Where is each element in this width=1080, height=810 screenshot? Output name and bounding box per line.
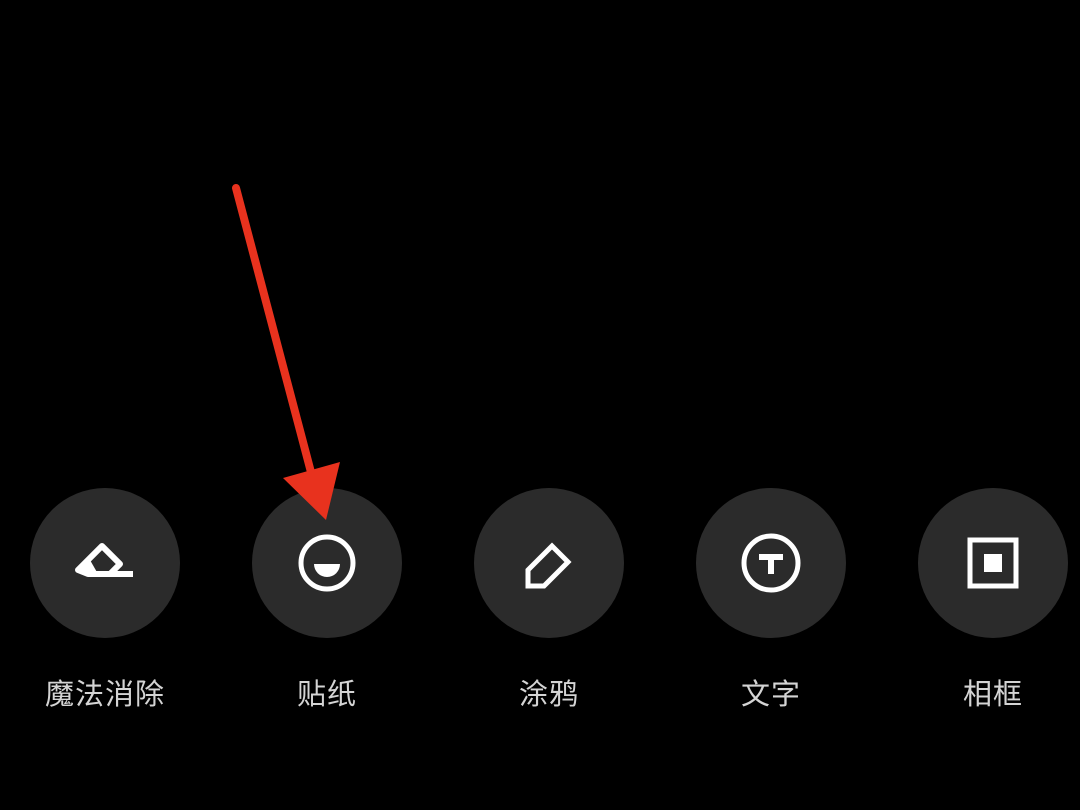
eraser-icon (75, 543, 133, 577)
frame-button[interactable]: 相框 (918, 488, 1068, 728)
red-arrow-icon (232, 184, 340, 520)
magic-erase-label: 魔法消除 (44, 677, 165, 711)
frame-label: 相框 (962, 677, 1023, 711)
magic-erase-button[interactable]: 魔法消除 (30, 488, 180, 728)
magic-erase-circle[interactable] (30, 488, 180, 638)
text-button[interactable]: 文字 (696, 488, 846, 728)
sticker-button[interactable]: 贴纸 (252, 488, 402, 728)
frame-icon (967, 537, 1019, 589)
text-circle[interactable] (696, 488, 846, 638)
sticker-circle[interactable] (252, 488, 402, 638)
text-label: 文字 (740, 677, 801, 711)
frame-circle[interactable] (918, 488, 1068, 638)
doodle-button[interactable]: 涂鸦 (474, 488, 624, 728)
sticker-face-icon (298, 534, 356, 592)
sticker-label: 贴纸 (296, 677, 357, 711)
editor-screen: 魔法消除 贴纸 涂鸦 文字 相框 (0, 0, 1080, 810)
text-t-icon (741, 533, 801, 593)
pencil-icon (525, 542, 572, 589)
doodle-circle[interactable] (474, 488, 624, 638)
doodle-label: 涂鸦 (518, 677, 579, 711)
